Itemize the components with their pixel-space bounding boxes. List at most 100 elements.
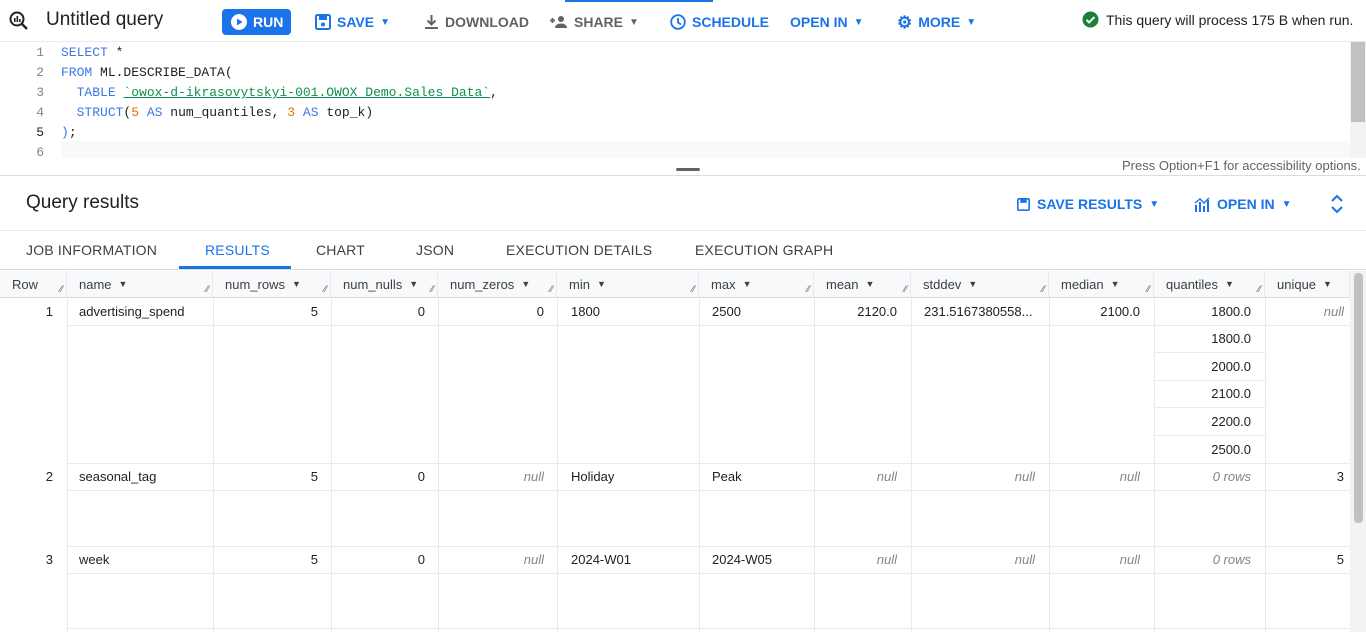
download-label: DOWNLOAD [445, 14, 529, 30]
resize-icon[interactable]: ⁄⁄ [1042, 284, 1045, 294]
sort-arrow-icon[interactable]: ▼ [1323, 279, 1332, 289]
cell-stddev[interactable]: null [911, 552, 1035, 567]
cell-min[interactable]: 1800 [571, 304, 691, 319]
tab-chart[interactable]: CHART [316, 242, 365, 258]
more-button[interactable]: ⚙ MORE ▼ [897, 13, 976, 31]
column-header-num-rows[interactable]: num_rows ▼ ⁄⁄ [213, 271, 331, 298]
column-header-num-nulls[interactable]: num_nulls ▼ ⁄⁄ [331, 271, 438, 298]
sort-arrow-icon[interactable]: ▼ [597, 279, 606, 289]
cell-num-nulls[interactable]: 0 [331, 304, 425, 319]
results-open-in-button[interactable]: OPEN IN ▼ [1194, 196, 1291, 212]
cell-name[interactable]: advertising_spend [79, 304, 209, 319]
cell-num-zeros[interactable]: null [438, 469, 544, 484]
column-header-num-zeros[interactable]: num_zeros ▼ ⁄⁄ [438, 271, 557, 298]
grid-line [557, 298, 558, 632]
column-header-mean[interactable]: mean ▼ ⁄⁄ [814, 271, 911, 298]
cell-stddev[interactable]: 231.5167380558... [924, 304, 1038, 319]
cell-max[interactable]: 2024-W05 [712, 552, 807, 567]
editor-scrollbar-thumb[interactable] [1351, 42, 1365, 122]
cell-num-rows[interactable]: 5 [213, 552, 318, 567]
code-line-4[interactable]: STRUCT(5 AS num_quantiles, 3 AS top_k) [61, 105, 374, 120]
cell-max[interactable]: 2500 [712, 304, 807, 319]
tab-json[interactable]: JSON [416, 242, 454, 258]
resize-icon[interactable]: ⁄⁄ [550, 284, 553, 294]
code-line-2[interactable]: FROM ML.DESCRIBE_DATA( [61, 65, 233, 80]
code-line-1[interactable]: SELECT * [61, 45, 123, 60]
cell-name[interactable]: week [79, 552, 209, 567]
cell-median[interactable]: null [1049, 469, 1140, 484]
share-label: SHARE [574, 14, 624, 30]
cell-stddev[interactable]: null [911, 469, 1035, 484]
tab-execution-details[interactable]: EXECUTION DETAILS [506, 242, 652, 258]
resize-icon[interactable]: ⁄⁄ [692, 284, 695, 294]
sort-arrow-icon[interactable]: ▼ [866, 279, 875, 289]
column-header-median[interactable]: median ▼ ⁄⁄ [1049, 271, 1154, 298]
cell-quantile[interactable]: 1800.0 [1154, 331, 1251, 346]
cell-quantile[interactable]: 2100.0 [1154, 386, 1251, 401]
sort-arrow-icon[interactable]: ▼ [1225, 279, 1234, 289]
column-header-max[interactable]: max ▼ ⁄⁄ [699, 271, 814, 298]
sort-arrow-icon[interactable]: ▼ [119, 279, 128, 289]
cell-mean[interactable]: null [814, 469, 897, 484]
row-number: 1 [45, 304, 53, 319]
sort-arrow-icon[interactable]: ▼ [292, 279, 301, 289]
resize-icon[interactable]: ⁄⁄ [206, 284, 209, 294]
code-line-5[interactable]: ); [61, 125, 77, 140]
cell-quantiles[interactable]: 0 rows [1154, 469, 1251, 484]
schedule-button[interactable]: SCHEDULE [670, 13, 769, 31]
resize-handle[interactable] [676, 168, 700, 171]
cell-num-zeros[interactable]: 0 [438, 304, 544, 319]
sort-arrow-icon[interactable]: ▼ [521, 279, 530, 289]
resize-icon[interactable]: ⁄⁄ [904, 284, 907, 294]
tab-execution-graph[interactable]: EXECUTION GRAPH [695, 242, 833, 258]
cell-num-nulls[interactable]: 0 [331, 552, 425, 567]
cell-median[interactable]: 2100.0 [1049, 304, 1140, 319]
cell-max[interactable]: Peak [712, 469, 807, 484]
share-button[interactable]: SHARE ▼ [550, 13, 639, 31]
cell-num-rows[interactable]: 5 [213, 469, 318, 484]
cell-quantile[interactable]: 2000.0 [1154, 359, 1251, 374]
cell-quantile[interactable]: 2200.0 [1154, 414, 1251, 429]
cell-quantile[interactable]: 1800.0 [1154, 304, 1251, 319]
cell-mean[interactable]: 2120.0 [814, 304, 897, 319]
resize-icon[interactable]: ⁄⁄ [807, 284, 810, 294]
resize-icon[interactable]: ⁄⁄ [1147, 284, 1150, 294]
save-button[interactable]: SAVE ▼ [315, 13, 390, 31]
sort-arrow-icon[interactable]: ▼ [1111, 279, 1120, 289]
column-header-name[interactable]: name ▼ ⁄⁄ [67, 271, 213, 298]
cell-min[interactable]: 2024-W01 [571, 552, 691, 567]
resize-icon[interactable]: ⁄⁄ [1258, 284, 1261, 294]
cell-num-nulls[interactable]: 0 [331, 469, 425, 484]
cell-median[interactable]: null [1049, 552, 1140, 567]
resize-icon[interactable]: ⁄⁄ [324, 284, 327, 294]
cell-unique[interactable]: null [1265, 304, 1344, 319]
open-in-button[interactable]: OPEN IN ▼ [790, 13, 863, 31]
run-button[interactable]: RUN [222, 9, 291, 35]
sort-arrow-icon[interactable]: ▼ [968, 279, 977, 289]
cell-name[interactable]: seasonal_tag [79, 469, 209, 484]
results-scrollbar-thumb[interactable] [1354, 273, 1363, 523]
cell-unique[interactable]: 5 [1265, 552, 1344, 567]
code-line-3[interactable]: TABLE `owox-d-ikrasovytskyi-001.OWOX_Dem… [61, 85, 498, 100]
cell-unique[interactable]: 3 [1265, 469, 1344, 484]
save-results-button[interactable]: SAVE RESULTS ▼ [1017, 196, 1159, 212]
cell-num-rows[interactable]: 5 [213, 304, 318, 319]
resize-icon[interactable]: ⁄⁄ [431, 284, 434, 294]
column-header-unique[interactable]: unique ▼ [1265, 271, 1350, 298]
sort-arrow-icon[interactable]: ▼ [743, 279, 752, 289]
column-header-quantiles[interactable]: quantiles ▼ ⁄⁄ [1154, 271, 1265, 298]
cell-mean[interactable]: null [814, 552, 897, 567]
sort-arrow-icon[interactable]: ▼ [409, 279, 418, 289]
download-button[interactable]: DOWNLOAD [424, 13, 529, 31]
cell-quantile[interactable]: 2500.0 [1154, 442, 1251, 457]
cell-min[interactable]: Holiday [571, 469, 691, 484]
tab-results[interactable]: RESULTS [205, 242, 270, 258]
tab-job-information[interactable]: JOB INFORMATION [26, 242, 157, 258]
resize-icon[interactable]: ⁄⁄ [60, 284, 63, 294]
expand-icon[interactable] [1330, 194, 1344, 214]
query-title[interactable]: Untitled query [46, 9, 163, 31]
column-header-min[interactable]: min ▼ ⁄⁄ [557, 271, 699, 298]
column-header-stddev[interactable]: stddev ▼ ⁄⁄ [911, 271, 1049, 298]
cell-num-zeros[interactable]: null [438, 552, 544, 567]
cell-quantiles[interactable]: 0 rows [1154, 552, 1251, 567]
